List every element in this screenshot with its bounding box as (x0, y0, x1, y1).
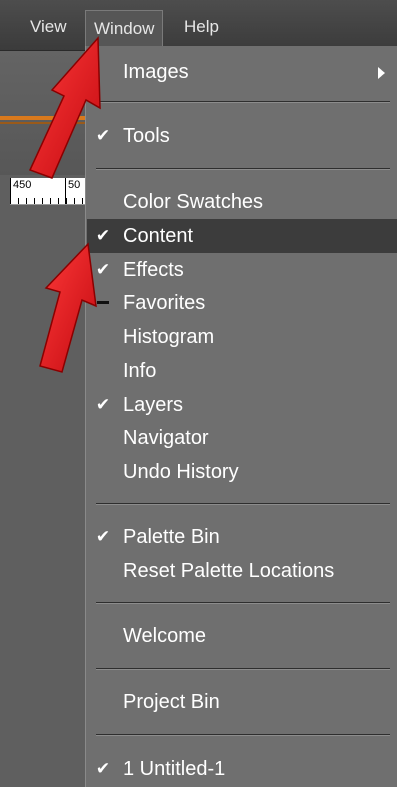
menu-separator (96, 602, 390, 604)
menu-item-effects[interactable]: ✔ Effects (87, 253, 397, 287)
menu-window[interactable]: Window (85, 10, 164, 46)
horizontal-ruler: 450 50 (10, 178, 85, 205)
menu-item-label: Layers (123, 394, 184, 416)
checkmark-icon: ✔ (95, 527, 111, 546)
menu-item-label: Color Swatches (123, 191, 264, 213)
accent-line (0, 116, 85, 120)
menu-item-label: Favorites (123, 292, 206, 314)
ruler-ticks (10, 198, 85, 204)
menu-help[interactable]: Help (176, 13, 227, 41)
checkmark-icon: ✔ (95, 126, 111, 145)
menu-item-label: 1 Untitled-1 (123, 758, 226, 780)
menu-bar: View Window Help (0, 0, 397, 51)
options-bar (0, 50, 85, 175)
menu-item-label: Tools (123, 125, 170, 147)
menu-view[interactable]: View (22, 13, 75, 41)
indeterminate-dash-icon (97, 301, 109, 304)
menu-item-label: Effects (123, 259, 184, 281)
menu-separator (96, 101, 390, 103)
menu-item-project-bin[interactable]: Project Bin (87, 685, 397, 719)
menu-separator (96, 168, 390, 170)
menu-separator (96, 734, 390, 736)
menu-separator (96, 503, 390, 505)
checkmark-icon: ✔ (95, 260, 111, 279)
checkmark-icon: ✔ (95, 759, 111, 778)
menu-item-label: Palette Bin (123, 526, 220, 548)
ruler-label: 50 (68, 179, 81, 191)
menu-item-content[interactable]: ✔ Content (87, 219, 397, 253)
menu-item-tools[interactable]: ✔ Tools (87, 119, 397, 153)
menu-item-label: Histogram (123, 326, 215, 348)
menu-item-histogram[interactable]: Histogram (87, 320, 397, 354)
menu-item-label: Info (123, 360, 157, 382)
menu-item-label: Images (123, 61, 189, 83)
accent-line-shadow (0, 122, 85, 124)
menu-item-color-swatches[interactable]: Color Swatches (87, 185, 397, 219)
menu-item-undo-history[interactable]: Undo History (87, 455, 397, 489)
checkmark-icon: ✔ (95, 226, 111, 245)
menu-item-images[interactable]: Images (87, 55, 397, 89)
menu-item-label: Project Bin (123, 691, 220, 713)
menu-item-favorites[interactable]: Favorites (87, 286, 397, 320)
menu-item-label: Undo History (123, 461, 239, 483)
menu-item-palette-bin[interactable]: ✔ Palette Bin (87, 520, 397, 554)
menu-item-layers[interactable]: ✔ Layers (87, 388, 397, 422)
menu-item-untitled-1[interactable]: ✔ 1 Untitled-1 (87, 752, 397, 786)
menu-item-label: Welcome (123, 625, 206, 647)
ruler-label: 450 (13, 179, 32, 191)
menu-item-reset-palette-locations[interactable]: Reset Palette Locations (87, 554, 397, 588)
menu-item-label: Reset Palette Locations (123, 560, 335, 582)
menu-item-welcome[interactable]: Welcome (87, 619, 397, 653)
checkmark-icon: ✔ (95, 395, 111, 414)
submenu-arrow-icon (378, 67, 385, 79)
menu-item-label: Content (123, 225, 194, 247)
window-dropdown-menu: Images ✔ Tools Color Swatches ✔ Content … (85, 46, 397, 787)
menu-item-navigator[interactable]: Navigator (87, 421, 397, 455)
menu-item-info[interactable]: Info (87, 354, 397, 388)
menu-separator (96, 668, 390, 670)
menu-item-label: Navigator (123, 427, 209, 449)
